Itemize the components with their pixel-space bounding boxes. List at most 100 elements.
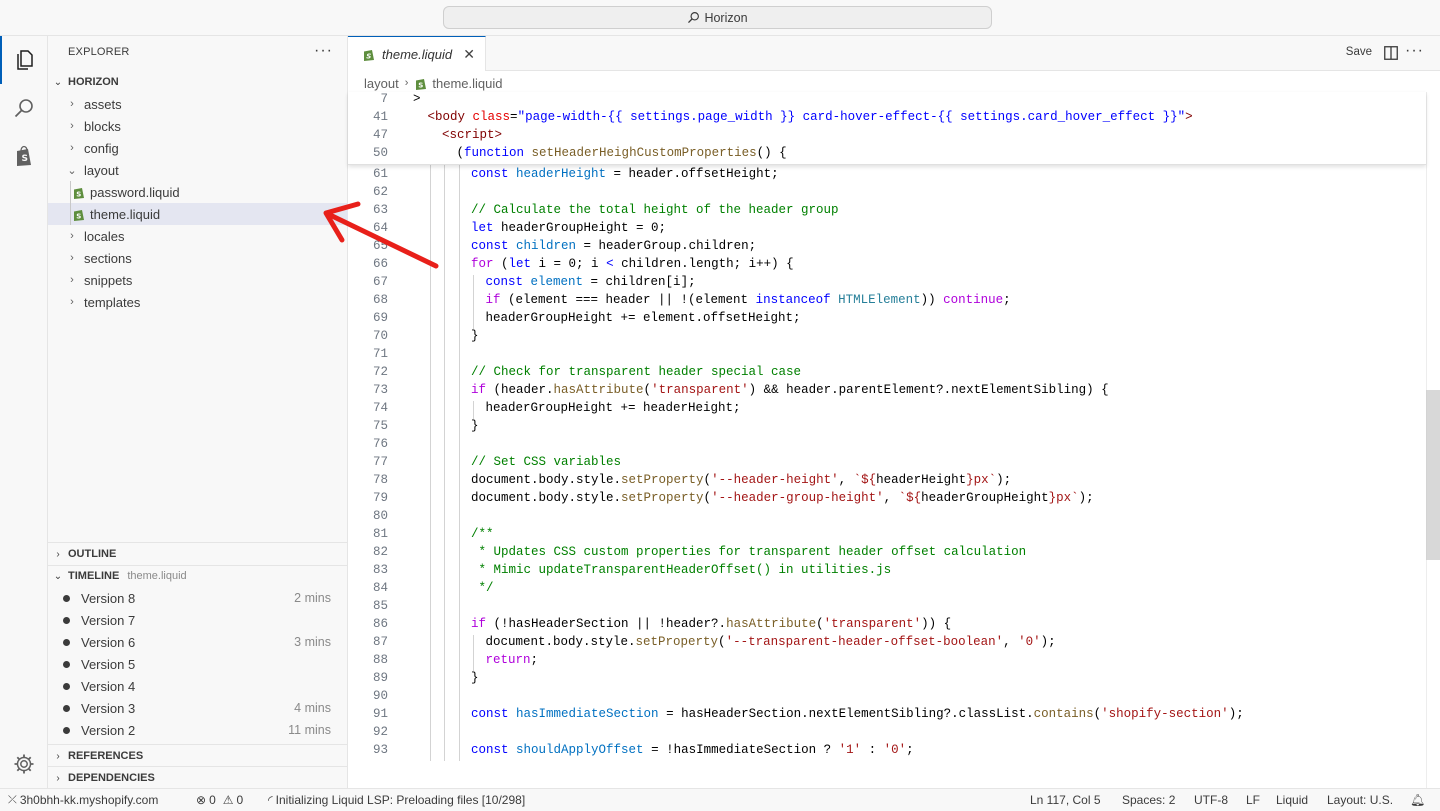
tree-item-label: snippets xyxy=(84,272,133,288)
code-token: HTMLElement xyxy=(838,293,921,307)
code-token: const xyxy=(471,167,509,181)
line-number: 78 xyxy=(372,473,388,487)
line-number: 75 xyxy=(372,419,388,433)
code-token: , xyxy=(838,473,854,487)
timeline-item-label: Version 5 xyxy=(81,656,136,672)
explorer-root-header[interactable]: ⌄ HORIZON xyxy=(48,71,348,93)
tree-folder[interactable]: ⌄ layout xyxy=(48,159,348,181)
code-token: ( xyxy=(493,257,509,271)
references-section-header[interactable]: › REFERENCES xyxy=(48,745,348,767)
line-number: 86 xyxy=(372,617,388,631)
tree-folder[interactable]: › sections xyxy=(48,247,348,269)
code-token: ; xyxy=(530,653,539,667)
settings-activity[interactable] xyxy=(0,740,48,788)
timeline-item-time: 2 mins xyxy=(294,591,331,605)
breadcrumb-item[interactable]: layout xyxy=(364,76,399,91)
code-line: } xyxy=(471,419,479,433)
tree-item-label: password.liquid xyxy=(90,184,180,200)
code-line: } xyxy=(471,671,479,685)
chevron-right-icon: › xyxy=(70,142,74,154)
timeline-item[interactable]: Version 6 3 mins xyxy=(48,631,348,653)
tree-folder[interactable]: › config xyxy=(48,137,348,159)
line-number: 89 xyxy=(372,671,388,685)
more-actions-icon[interactable]: ··· xyxy=(1405,42,1424,60)
code-editor[interactable]: 59if (!header || !headerGroup) return;60… xyxy=(348,92,1426,788)
more-actions-icon[interactable]: ··· xyxy=(314,42,333,60)
tab-theme-liquid[interactable]: S theme.liquid ✕ xyxy=(348,36,486,71)
outline-section-header[interactable]: › OUTLINE xyxy=(48,543,348,565)
shopify-file-icon: S xyxy=(414,76,428,90)
tree-indent-guide xyxy=(70,181,71,225)
cursor-position[interactable]: Ln 117, Col 5 xyxy=(1030,793,1101,807)
line-number: 73 xyxy=(372,383,388,397)
svg-text:S: S xyxy=(22,154,28,164)
line-number: 91 xyxy=(372,707,388,721)
code-token: // Calculate the total height of the hea… xyxy=(471,203,839,217)
code-token: setProperty xyxy=(621,473,704,487)
code-line: <script> xyxy=(442,128,502,142)
code-token: , xyxy=(883,491,899,505)
code-line: if (header.hasAttribute('transparent') &… xyxy=(471,383,1109,397)
tree-file[interactable]: Spassword.liquid xyxy=(48,181,348,203)
dependencies-section-header[interactable]: › DEPENDENCIES xyxy=(48,767,348,789)
chevron-right-icon: › xyxy=(70,274,74,286)
timeline-item[interactable]: Version 3 4 mins xyxy=(48,697,348,719)
tree-folder[interactable]: › templates xyxy=(48,291,348,313)
code-token: headerHeight xyxy=(876,473,967,487)
notifications-icon[interactable]: 🔔︎ xyxy=(1410,793,1425,807)
sticky-scroll-header[interactable]: 7 >41 <body class="page-width-{{ settings.… xyxy=(348,92,1426,165)
keyboard-layout[interactable]: Layout: U.S. xyxy=(1327,793,1393,807)
code-token: return xyxy=(485,653,531,667)
indent-guide xyxy=(458,131,460,761)
scrollbar-thumb[interactable] xyxy=(1426,390,1440,560)
code-token: element xyxy=(530,275,584,289)
status-bar: ⤫ 3h0bhh-kk.myshopify.com ⊗ 0 ⚠ 0 ◜ Init… xyxy=(0,788,1440,811)
tree-folder[interactable]: › blocks xyxy=(48,115,348,137)
language-mode[interactable]: Liquid xyxy=(1276,793,1308,807)
code-line: */ xyxy=(471,581,494,595)
timeline-item[interactable]: Version 5 xyxy=(48,653,348,675)
timeline-item-label: Version 4 xyxy=(81,678,136,694)
timeline-item[interactable]: Version 8 2 mins xyxy=(48,587,348,609)
eol-setting[interactable]: LF xyxy=(1246,793,1260,807)
code-token: let xyxy=(508,257,532,271)
tree-folder[interactable]: › assets xyxy=(48,93,348,115)
line-number: 79 xyxy=(372,491,388,505)
problems-indicator[interactable]: ⊗ 0 ⚠ 0 xyxy=(196,793,243,807)
search-activity[interactable] xyxy=(0,84,48,132)
timeline-item[interactable]: Version 7 xyxy=(48,609,348,631)
timeline-item[interactable]: Version 4 xyxy=(48,675,348,697)
shopify-activity[interactable]: S xyxy=(0,132,48,180)
explorer-activity[interactable] xyxy=(0,36,48,84)
tree-folder[interactable]: › snippets xyxy=(48,269,348,291)
indent-guide xyxy=(473,401,474,419)
save-button[interactable]: Save xyxy=(1346,46,1372,58)
code-token: )) xyxy=(920,293,944,307)
svg-text:S: S xyxy=(76,190,81,198)
vertical-scrollbar[interactable] xyxy=(1426,92,1440,788)
close-icon[interactable]: ✕ xyxy=(463,46,475,63)
code-token: contains xyxy=(1033,707,1094,721)
split-editor-icon[interactable] xyxy=(1384,46,1398,60)
code-line: const hasImmediateSection = hasHeaderSec… xyxy=(471,707,1244,721)
tree-file[interactable]: Stheme.liquid xyxy=(48,203,348,225)
timeline-section-header[interactable]: ⌄ TIMELINE theme.liquid xyxy=(48,565,348,587)
timeline-item[interactable]: Version 2 11 mins xyxy=(48,719,348,741)
code-line: let headerGroupHeight = 0; xyxy=(471,221,666,235)
activity-bar: S xyxy=(0,36,48,788)
chevron-right-icon: › xyxy=(404,77,409,89)
code-token: hasImmediateSection xyxy=(516,707,659,721)
code-token: '1' xyxy=(838,743,862,757)
indentation-setting[interactable]: Spaces: 2 xyxy=(1122,793,1175,807)
tree-item-label: templates xyxy=(84,294,141,310)
command-center-search[interactable]: Horizon xyxy=(443,6,992,29)
code-token: // Set CSS variables xyxy=(471,455,622,469)
shopify-file-icon: S xyxy=(362,47,376,61)
remote-indicator[interactable]: ⤫ 3h0bhh-kk.myshopify.com xyxy=(8,793,158,807)
line-number: 7 xyxy=(380,92,388,106)
breadcrumb-item[interactable]: theme.liquid xyxy=(432,76,502,91)
tree-folder[interactable]: › locales xyxy=(48,225,348,247)
code-token: ); xyxy=(996,473,1012,487)
encoding-setting[interactable]: UTF-8 xyxy=(1194,793,1228,807)
